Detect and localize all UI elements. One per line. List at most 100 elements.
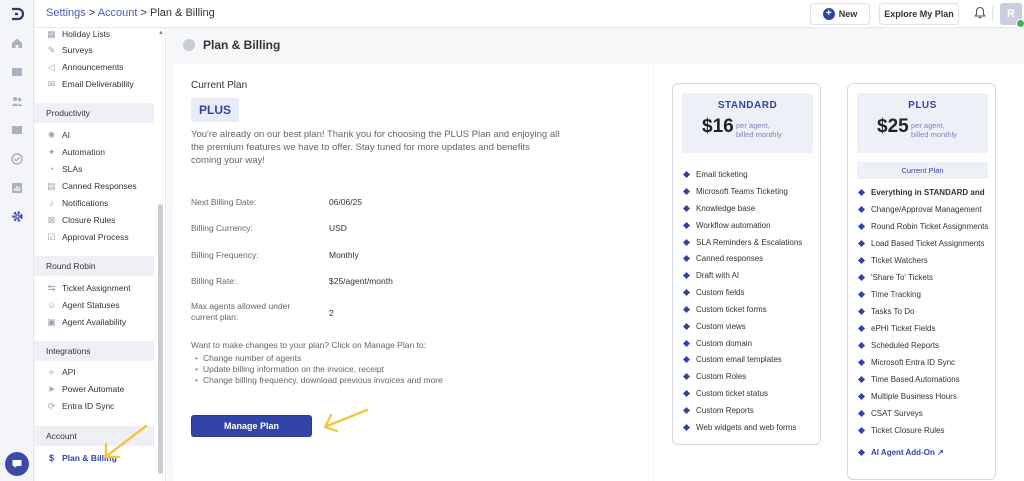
- sidebar-item-entra-id-sync[interactable]: ⟳ Entra ID Sync: [46, 399, 115, 413]
- sidebar-item-ticket-assignment[interactable]: ⇆ Ticket Assignment: [46, 281, 131, 295]
- user-avatar[interactable]: R: [1000, 3, 1024, 28]
- check-circle-icon[interactable]: [9, 151, 25, 167]
- billing-frequency-value: Monthly: [329, 250, 359, 260]
- sidebar-section-integrations: Integrations: [34, 341, 154, 361]
- sidebar-item-label: Agent Availability: [62, 317, 127, 327]
- plus-plan-card: PLUS $25 per agent, billed monthly Curren…: [847, 83, 996, 480]
- billing-currency-value: USD: [329, 223, 347, 233]
- sidebar-item-surveys[interactable]: ✎ Surveys: [46, 43, 93, 57]
- scroll-up-arrow-icon[interactable]: ▲: [158, 30, 164, 36]
- sidebar-item-label: Power Automate: [62, 384, 125, 394]
- sidebar-item-email-deliverability[interactable]: ✉ Email Deliverability: [46, 77, 134, 91]
- feature-item: Custom fields: [682, 288, 744, 297]
- sidebar-item-canned-responses[interactable]: ▤ Canned Responses: [46, 179, 137, 193]
- new-button[interactable]: + New: [810, 3, 870, 25]
- feature-item: Everything in STANDARD and: [857, 188, 985, 197]
- online-status-dot: [1016, 19, 1024, 28]
- sidebar-item-slas[interactable]: ◔ SLAs: [46, 162, 83, 176]
- list-item: Change billing frequency, download previ…: [195, 375, 443, 386]
- feature-item: Web widgets and web forms: [682, 423, 796, 432]
- current-plan-label: Current Plan: [191, 80, 248, 91]
- feature-item: Time Based Automations: [857, 375, 960, 384]
- sidebar-item-automation[interactable]: ✦ Automation: [46, 145, 105, 159]
- sidebar-item-agent-statuses[interactable]: ☺ Agent Statuses: [46, 298, 120, 312]
- sidebar-item-label: Canned Responses: [62, 181, 137, 191]
- sidebar-item-label: Holiday Lists: [62, 29, 111, 39]
- feature-item: Workflow automation: [682, 221, 771, 230]
- settings-sidebar: ▦ Holiday Lists ✎ Surveys ◁ Announcements ✉…: [34, 28, 166, 481]
- sidebar-section-productivity: Productivity: [34, 103, 154, 123]
- feature-item: Custom domain: [682, 339, 752, 348]
- home-icon[interactable]: [9, 35, 25, 51]
- next-billing-date-value: 06/06/25: [329, 197, 363, 207]
- breadcrumb-separator: >: [137, 7, 150, 19]
- feature-item: Custom ticket forms: [682, 305, 767, 314]
- sidebar-item-label: Notifications: [62, 198, 109, 208]
- sidebar-item-agent-availability[interactable]: ▣ Agent Availability: [46, 315, 126, 329]
- plan-price: $16: [702, 116, 734, 137]
- inbox-icon[interactable]: [9, 64, 25, 80]
- plan-price-unit-line: billed monthly: [736, 130, 782, 139]
- ai-agent-addon-link[interactable]: AI Agent Add-On ↗: [857, 448, 944, 457]
- plan-price-unit: per agent, billed monthly: [911, 121, 957, 139]
- manage-plan-button[interactable]: Manage Plan: [191, 415, 312, 437]
- feature-item: Custom Roles: [682, 372, 746, 381]
- users-icon[interactable]: [9, 93, 25, 109]
- breadcrumb-account[interactable]: Account: [98, 7, 138, 19]
- plan-name: PLUS: [908, 100, 937, 111]
- content-area: Plan & Billing Current Plan PLUS You're …: [167, 28, 1024, 481]
- feature-item: Email ticketing: [682, 170, 748, 179]
- standard-plan-card: STANDARD $16 per agent, billed monthly Em…: [672, 83, 821, 445]
- explore-my-plan-button[interactable]: Explore My Plan: [879, 3, 959, 25]
- canned-icon: ▤: [47, 180, 56, 191]
- sidebar-item-label: Surveys: [62, 45, 93, 55]
- feature-item: Tasks To Do: [857, 307, 914, 316]
- current-plan-card: Current Plan PLUS You're already on our …: [173, 64, 653, 481]
- sidebar-item-power-automate[interactable]: ➤ Power Automate: [46, 382, 125, 396]
- sidebar-item-announcements[interactable]: ◁ Announcements: [46, 60, 123, 74]
- reports-icon[interactable]: [9, 180, 25, 196]
- mail-icon: ✉: [47, 78, 56, 89]
- sidebar-item-closure-rules[interactable]: ⊠ Closure Rules: [46, 213, 116, 227]
- sidebar-item-label: Automation: [62, 147, 105, 157]
- feature-item: 'Share To' Tickets: [857, 273, 933, 282]
- max-agents-label: Max agents allowed under current plan:: [191, 301, 291, 322]
- sidebar-item-label: AI: [62, 130, 71, 140]
- breadcrumb-separator: >: [85, 7, 98, 19]
- feature-item: Knowledge base: [682, 204, 755, 213]
- app-logo-icon[interactable]: [9, 6, 25, 22]
- plan-name: STANDARD: [717, 100, 778, 111]
- next-billing-date-label: Next Billing Date:: [191, 197, 257, 207]
- billing-rate-label: Billing Rate:: [191, 276, 237, 286]
- book-icon[interactable]: [9, 122, 25, 138]
- feature-item: Multiple Business Hours: [857, 392, 957, 401]
- list-item: Update billing information on the invoic…: [195, 364, 443, 375]
- plan-price-unit-line: billed monthly: [911, 130, 957, 139]
- sidebar-item-api[interactable]: ⟡ API: [46, 365, 76, 379]
- feature-item: Custom views: [682, 322, 746, 331]
- plan-price-unit: per agent, billed monthly: [736, 121, 782, 139]
- sidebar-item-label: SLAs: [62, 164, 83, 174]
- sidebar-scrollbar[interactable]: [158, 204, 163, 474]
- automation-icon: ✦: [47, 146, 56, 157]
- sidebar-item-label: Email Deliverability: [62, 79, 134, 89]
- ticket-icon: ⇆: [47, 282, 56, 293]
- sidebar-item-label: Ticket Assignment: [62, 283, 131, 293]
- feature-item: Scheduled Reports: [857, 341, 939, 350]
- breadcrumb-settings[interactable]: Settings: [46, 7, 86, 19]
- standard-plan-header: STANDARD $16 per agent, billed monthly: [682, 93, 813, 153]
- feature-item: Change/Approval Management: [857, 205, 982, 214]
- chat-support-button[interactable]: [5, 452, 29, 476]
- sidebar-item-approval-process[interactable]: ☑ Approval Process: [46, 230, 128, 244]
- feature-item: Custom email templates: [682, 355, 782, 364]
- settings-gear-icon[interactable]: [9, 208, 25, 224]
- sidebar-item-ai[interactable]: ✺ AI: [46, 128, 70, 142]
- header-divider: [992, 6, 993, 22]
- feature-item: Ticket Closure Rules: [857, 426, 945, 435]
- notification-bell-icon[interactable]: [972, 6, 988, 22]
- sidebar-item-notifications[interactable]: ♪ Notifications: [46, 196, 108, 210]
- feature-item: Round Robin Ticket Assignments: [857, 222, 988, 231]
- sidebar-item-holiday-lists[interactable]: ▦ Holiday Lists: [46, 28, 110, 41]
- page-title-icon: [183, 39, 195, 51]
- billing-rate-value: $25/agent/month: [329, 276, 393, 286]
